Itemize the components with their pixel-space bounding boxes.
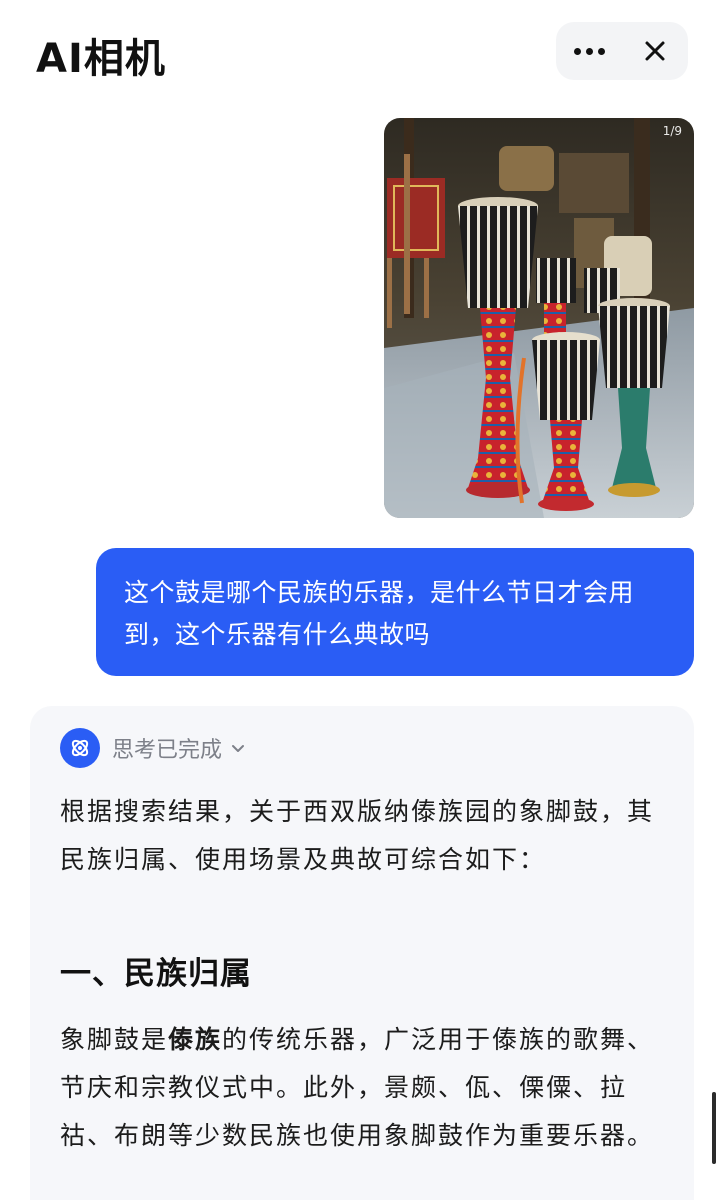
ai-answer-card: 思考已完成 根据搜索结果，关于西双版纳傣族园的象脚鼓，其民族归属、使用场景及典故… [30,706,694,1200]
section-paragraph: 象脚鼓是傣族的传统乐器，广泛用于傣族的歌舞、节庆和宗教仪式中。此外，景颇、佤、傈… [60,1016,670,1160]
close-button[interactable] [622,22,688,80]
ai-logo-icon [60,728,100,768]
ai-camera-screen: AI相机 1/9 这个鼓是哪个民族的乐器，是什么节日才会用到，这个乐器有什么典故… [0,0,724,1200]
page-title: AI相机 [36,36,166,82]
scrollbar[interactable] [712,1092,716,1164]
user-message-bubble[interactable]: 这个鼓是哪个民族的乐器，是什么节日才会用到，这个乐器有什么典故吗 [96,548,694,676]
answer-intro: 根据搜索结果，关于西双版纳傣族园的象脚鼓，其民族归属、使用场景及典故可综合如下： [60,797,655,874]
close-icon [645,41,665,61]
uploaded-photo[interactable]: 1/9 [384,118,694,518]
header: AI相机 [0,0,724,105]
more-dots-icon [573,47,605,55]
section-text-pre: 象脚鼓是 [60,1025,169,1054]
user-message-text: 这个鼓是哪个民族的乐器，是什么节日才会用到，这个乐器有什么典故吗 [124,578,635,649]
section-heading: 一、民族归属 [60,956,252,992]
mini-program-capsule [556,22,688,80]
more-button[interactable] [556,22,622,80]
section-text-bold: 傣族 [168,1025,223,1054]
drums-photo [384,118,694,518]
chevron-down-icon [230,740,246,756]
thinking-status-label: 思考已完成 [112,738,223,763]
photo-counter: 1/9 [662,124,682,138]
thinking-status-toggle[interactable]: 思考已完成 [60,728,246,768]
